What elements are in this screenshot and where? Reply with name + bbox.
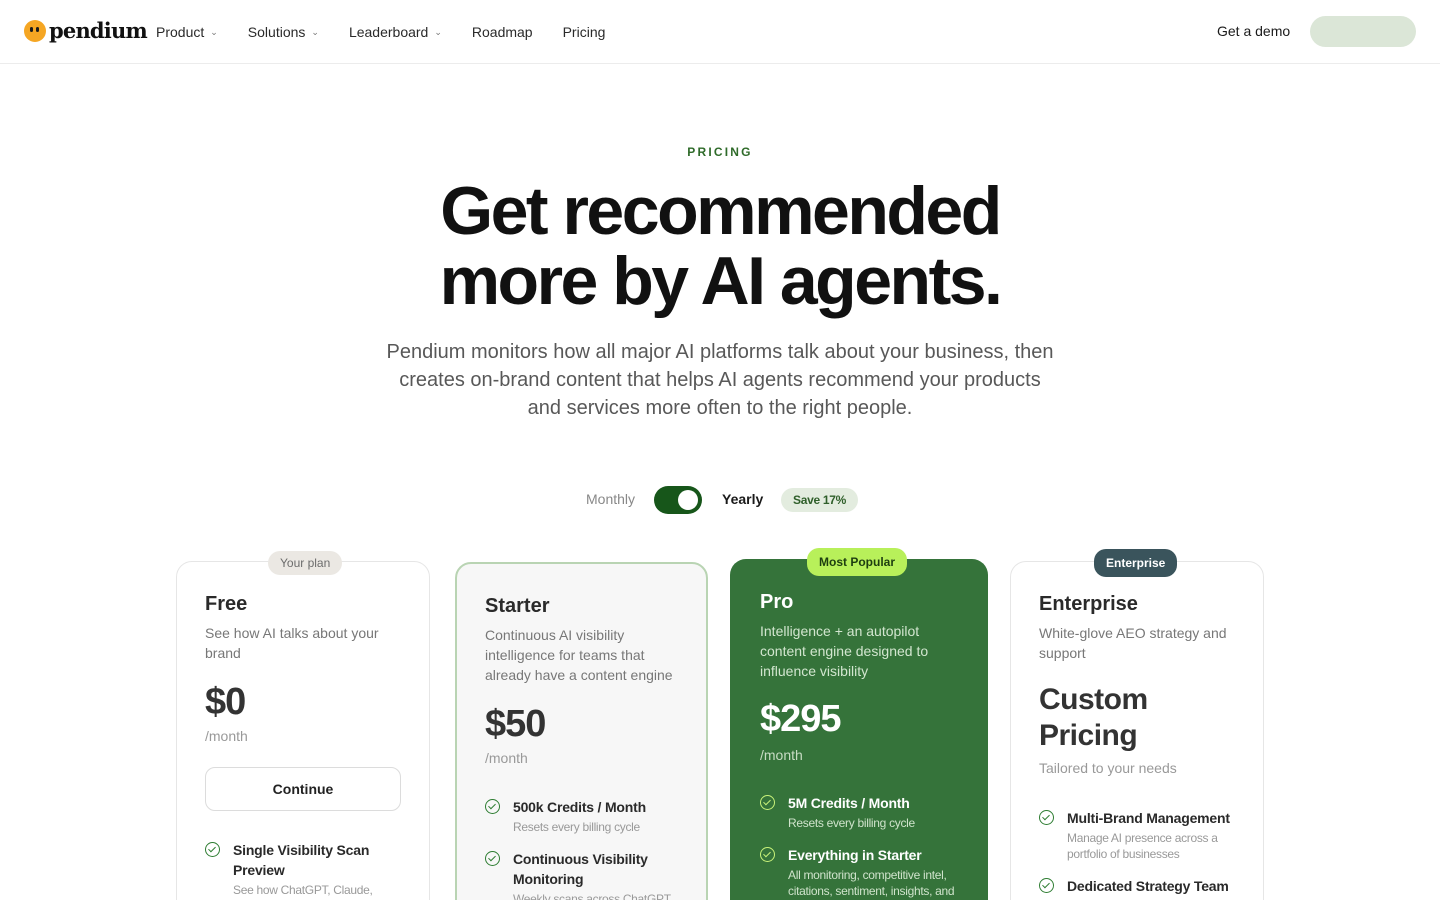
check-circle-icon: [760, 847, 775, 862]
feature-item: Everything in Starter All monitoring, co…: [760, 845, 960, 899]
feature-item: 5M Credits / Month Resets every billing …: [760, 793, 960, 831]
logo-icon: [24, 20, 46, 42]
plan-card-pro: Most Popular Pro Intelligence + an autop…: [730, 548, 988, 900]
feature-item: Continuous Visibility Monitoring Weekly …: [485, 849, 685, 900]
brand-name: pendium: [49, 18, 148, 43]
billing-toggle-switch[interactable]: [654, 486, 702, 514]
headline-line-1: Get recommended: [440, 173, 1002, 249]
top-nav-bar: pendium Product ⌄ Solutions ⌄ Leaderboar…: [0, 0, 1440, 64]
yearly-label[interactable]: Yearly: [722, 491, 763, 507]
feature-item: 500k Credits / Month Resets every billin…: [485, 797, 685, 835]
plan-card-enterprise: Enterprise Enterprise White-glove AEO st…: [1010, 549, 1264, 900]
feature-title: Multi-Brand Management: [1067, 810, 1230, 826]
check-circle-icon: [485, 851, 500, 866]
feature-subtitle: All monitoring, competitive intel, citat…: [788, 868, 955, 898]
monthly-label[interactable]: Monthly: [586, 491, 635, 507]
main-nav: Product ⌄ Solutions ⌄ Leaderboard ⌄ Road…: [156, 0, 635, 64]
nav-item-pricing[interactable]: Pricing: [563, 24, 606, 40]
price-line-2: Pricing: [1039, 719, 1138, 752]
feature-subtitle: Resets every billing cycle: [513, 820, 640, 834]
nav-item-roadmap[interactable]: Roadmap: [472, 24, 533, 40]
save-badge: Save 17%: [781, 488, 858, 512]
billing-period-toggle-group: Monthly Yearly Save 17%: [0, 486, 1440, 514]
feature-list: Single Visibility Scan Preview See how C…: [205, 840, 405, 900]
plan-name: Pro: [760, 591, 794, 613]
plan-period: /month: [760, 747, 803, 763]
continue-button[interactable]: Continue: [205, 767, 401, 811]
feature-item: Dedicated Strategy Team: [1039, 876, 1239, 896]
feature-title: Dedicated Strategy Team: [1067, 878, 1229, 894]
feature-subtitle: See how ChatGPT, Claude,: [233, 883, 373, 897]
nav-label: Roadmap: [471, 24, 533, 40]
feature-title: Single Visibility Scan Preview: [233, 842, 370, 878]
section-eyebrow: PRICING: [687, 145, 753, 159]
plan-name: Free: [205, 593, 248, 615]
current-plan-badge: Your plan: [268, 551, 343, 575]
plan-description: Continuous AI visibility intelligence fo…: [485, 627, 673, 683]
feature-title: 5M Credits / Month: [788, 795, 910, 811]
plan-name: Enterprise: [1039, 593, 1138, 615]
headline-line-2: more by AI agents.: [439, 243, 1003, 319]
price-line-1: Custom: [1039, 683, 1148, 716]
nav-label: Solutions: [247, 24, 306, 40]
chevron-down-icon: ⌄: [210, 26, 218, 37]
feature-item: Single Visibility Scan Preview See how C…: [205, 840, 405, 898]
get-demo-link[interactable]: Get a demo: [1217, 23, 1290, 39]
feature-subtitle: Resets every billing cycle: [788, 816, 915, 830]
enterprise-badge: Enterprise: [1094, 549, 1178, 577]
feature-title: Continuous Visibility Monitoring: [513, 851, 648, 887]
page-title: Get recommended more by AI agents.: [0, 176, 1440, 316]
check-circle-icon: [1039, 878, 1054, 893]
plan-description: See how AI talks about your brand: [205, 625, 379, 661]
plan-price: $0: [205, 681, 246, 723]
chevron-down-icon: ⌄: [434, 26, 442, 37]
plan-description: Intelligence + an autopilot content engi…: [760, 623, 929, 679]
check-circle-icon: [760, 795, 775, 810]
check-circle-icon: [1039, 810, 1054, 825]
plan-price: Custom Pricing: [1039, 682, 1148, 754]
plan-period: /month: [205, 728, 248, 744]
feature-list: 5M Credits / Month Resets every billing …: [760, 793, 960, 900]
signup-button[interactable]: [1310, 16, 1416, 47]
feature-subtitle: Weekly scans across ChatGPT: [513, 892, 671, 900]
check-circle-icon: [485, 799, 500, 814]
nav-item-leaderboard[interactable]: Leaderboard ⌄: [349, 24, 442, 40]
plan-card-free: Your plan Free See how AI talks about yo…: [176, 551, 430, 900]
check-circle-icon: [205, 842, 220, 857]
plan-card-starter: Starter Continuous AI visibility intelli…: [455, 562, 708, 900]
most-popular-badge: Most Popular: [807, 548, 908, 576]
plan-period: Tailored to your needs: [1039, 760, 1177, 776]
plan-price: $295: [760, 698, 842, 740]
feature-list: 500k Credits / Month Resets every billin…: [485, 797, 685, 900]
nav-item-product[interactable]: Product ⌄: [156, 24, 218, 40]
plan-description: White-glove AEO strategy and support: [1039, 625, 1227, 661]
nav-label: Leaderboard: [348, 24, 429, 40]
plan-period: /month: [485, 750, 528, 766]
feature-title: 500k Credits / Month: [513, 799, 646, 815]
feature-title: Everything in Starter: [788, 847, 922, 863]
chevron-down-icon: ⌄: [311, 26, 319, 37]
plan-price: $50: [485, 703, 546, 745]
nav-item-solutions[interactable]: Solutions ⌄: [248, 24, 319, 40]
hero-description: Pendium monitors how all major AI platfo…: [386, 341, 1054, 419]
plan-name: Starter: [485, 595, 550, 617]
nav-label: Product: [156, 24, 205, 40]
nav-label: Pricing: [562, 24, 606, 40]
toggle-knob: [678, 490, 698, 510]
feature-subtitle: Manage AI presence across a portfolio of…: [1067, 831, 1218, 861]
feature-item: Multi-Brand Management Manage AI presenc…: [1039, 808, 1239, 862]
feature-list: Multi-Brand Management Manage AI presenc…: [1039, 808, 1239, 900]
brand-logo[interactable]: pendium: [24, 18, 148, 43]
